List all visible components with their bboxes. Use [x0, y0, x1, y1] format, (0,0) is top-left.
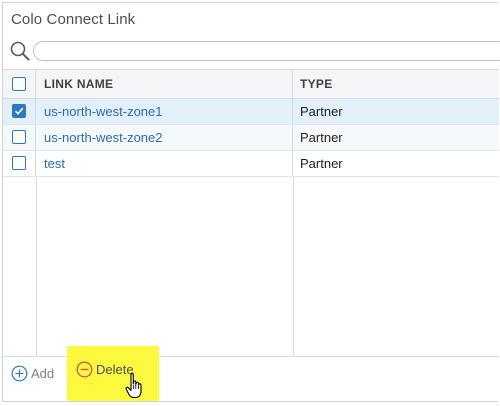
link-name-cell[interactable]: us-north-west-zone2 [36, 125, 293, 150]
delete-icon [76, 361, 93, 377]
panel-title: Colo Connect Link [11, 11, 136, 28]
table-row[interactable]: us-north-west-zone2 Partner [3, 125, 499, 151]
checkmark-icon [14, 107, 24, 115]
row-checkbox[interactable] [12, 104, 26, 118]
select-all-checkbox[interactable] [12, 77, 26, 91]
type-cell: Partner [300, 156, 343, 171]
column-divider [293, 177, 294, 356]
search-input[interactable] [33, 41, 500, 61]
add-icon [11, 365, 28, 381]
link-name-cell[interactable]: us-north-west-zone1 [36, 99, 293, 124]
table-row[interactable]: test Partner [3, 151, 499, 177]
hand-cursor-icon [125, 373, 142, 399]
column-header-type[interactable]: TYPE [293, 70, 499, 98]
type-cell: Partner [300, 104, 343, 119]
row-check-cell [3, 151, 36, 176]
table-row[interactable]: us-north-west-zone1 Partner [3, 99, 499, 125]
type-cell: Partner [300, 130, 343, 145]
row-check-cell [3, 125, 36, 150]
colo-connect-link-panel: Colo Connect Link LINK NAME TYPE us-nort… [2, 2, 500, 402]
header-check-cell [3, 70, 36, 98]
column-divider [36, 177, 37, 356]
add-button-label: Add [31, 365, 55, 381]
table-header: LINK NAME TYPE [3, 69, 499, 99]
column-header-link-name[interactable]: LINK NAME [36, 70, 293, 98]
row-check-cell [3, 99, 36, 124]
add-button[interactable]: Add [11, 363, 54, 383]
row-checkbox[interactable] [12, 130, 26, 144]
search-icon[interactable] [9, 40, 31, 62]
search-bar [9, 40, 500, 62]
row-checkbox[interactable] [12, 156, 26, 170]
link-name-cell[interactable]: test [36, 151, 293, 176]
